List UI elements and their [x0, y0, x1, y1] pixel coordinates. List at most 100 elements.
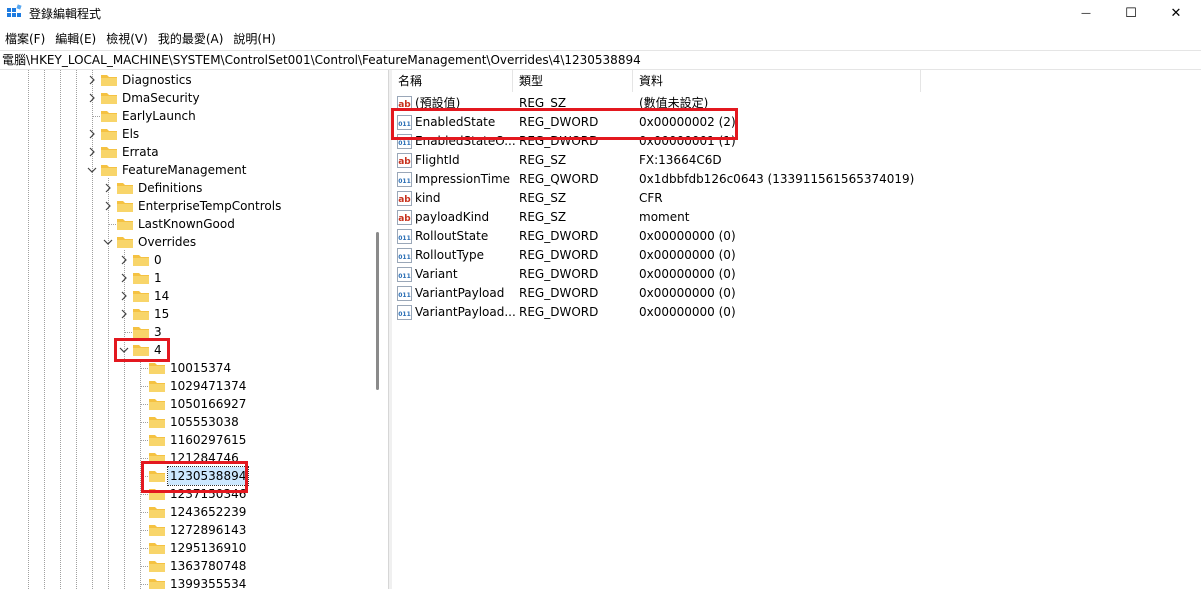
tree-node-label: Overrides — [138, 235, 197, 249]
value-data: CFR — [639, 191, 663, 205]
menu-favorites[interactable]: 我的最愛(A) — [153, 27, 229, 49]
value-name: ImpressionTime — [415, 172, 511, 186]
chevron-right-icon[interactable] — [118, 308, 130, 320]
value-row[interactable]: 011 EnabledState REG_DWORD 0x00000002 (2) — [392, 113, 1201, 132]
value-row[interactable]: ab kind REG_SZ CFR — [392, 189, 1201, 208]
tree-connector — [140, 512, 148, 513]
value-type: REG_DWORD — [519, 305, 599, 319]
chevron-down-icon[interactable] — [102, 236, 114, 248]
close-button[interactable]: ✕ — [1153, 0, 1199, 26]
value-data: 0x00000001 (1) — [639, 134, 736, 148]
menu-edit[interactable]: 編輯(E) — [50, 27, 101, 49]
value-name: kind — [415, 191, 441, 205]
tree-guide-line — [60, 70, 61, 589]
tree-node-label: Els — [122, 127, 140, 141]
chevron-down-icon[interactable] — [86, 164, 98, 176]
window-title: 登錄編輯程式 — [29, 7, 102, 21]
folder-icon — [149, 543, 165, 554]
folder-icon — [117, 237, 133, 248]
svg-text:011: 011 — [398, 273, 411, 280]
tree-guide-line — [28, 70, 29, 589]
menu-file[interactable]: 檔案(F) — [0, 27, 50, 49]
tree-node-label: FeatureManagement — [122, 163, 247, 177]
tree-node-label: 10015374 — [170, 361, 232, 375]
value-data: 0x00000000 (0) — [639, 248, 736, 262]
value-data: FX:13664C6D — [639, 153, 722, 167]
value-type: REG_DWORD — [519, 115, 599, 129]
tree-node-label: EarlyLaunch — [122, 109, 196, 123]
value-row[interactable]: 011 ImpressionTime REG_QWORD 0x1dbbfdb126c0… — [392, 170, 1201, 189]
value-row[interactable]: 011 RolloutType REG_DWORD 0x00000000 (0) — [392, 246, 1201, 265]
folder-icon — [149, 399, 165, 410]
svg-text:011: 011 — [398, 178, 411, 185]
value-row[interactable]: 011 EnabledStateO... REG_DWORD 0x00000001 (… — [392, 132, 1201, 151]
value-row[interactable]: ab FlightId REG_SZ FX:13664C6D — [392, 151, 1201, 170]
value-type: REG_SZ — [519, 210, 567, 224]
value-type: REG_QWORD — [519, 172, 599, 186]
svg-text:011: 011 — [398, 121, 411, 128]
chevron-right-icon[interactable] — [118, 272, 130, 284]
folder-icon — [101, 93, 117, 104]
value-list[interactable]: 名稱 類型 資料 ab (預設值) REG_SZ (數值未設定) 011 EnabledS… — [392, 70, 1201, 589]
folder-icon — [133, 309, 149, 320]
tree-node-label: 1295136910 — [170, 541, 247, 555]
tree-node-label: 1243652239 — [170, 505, 247, 519]
tree-guide-line — [44, 70, 45, 589]
tree-connector — [140, 548, 148, 549]
column-header-data[interactable]: 資料 — [633, 70, 921, 92]
menu-view[interactable]: 檢視(V) — [101, 27, 153, 49]
folder-icon — [101, 129, 117, 140]
menu-help[interactable]: 說明(H) — [228, 27, 280, 49]
string-value-icon: ab — [397, 96, 412, 111]
folder-icon — [133, 327, 149, 338]
value-row[interactable]: 011 VariantPayload... REG_DWORD 0x00000000 … — [392, 303, 1201, 322]
value-row[interactable]: ab (預設值) REG_SZ (數值未設定) — [392, 94, 1201, 113]
chevron-right-icon[interactable] — [102, 200, 114, 212]
address-bar[interactable]: 電腦\HKEY_LOCAL_MACHINE\SYSTEM\ControlSet0… — [0, 50, 1201, 70]
value-type: REG_DWORD — [519, 286, 599, 300]
chevron-right-icon[interactable] — [86, 74, 98, 86]
tree-node-label: 15 — [154, 307, 170, 321]
value-name: payloadKind — [415, 210, 490, 224]
binary-value-icon: 011 — [397, 115, 412, 130]
svg-text:ab: ab — [398, 100, 411, 110]
tree-scrollbar[interactable] — [370, 70, 388, 589]
folder-icon — [149, 471, 165, 482]
tree-connector — [140, 476, 148, 477]
value-row[interactable]: 011 RolloutState REG_DWORD 0x00000000 (0) — [392, 227, 1201, 246]
chevron-right-icon[interactable] — [86, 128, 98, 140]
tree-connector — [140, 458, 148, 459]
folder-icon — [149, 363, 165, 374]
value-data: 0x00000000 (0) — [639, 267, 736, 281]
value-row[interactable]: 011 Variant REG_DWORD 0x00000000 (0) — [392, 265, 1201, 284]
string-value-icon: ab — [397, 191, 412, 206]
tree-node-label: 1050166927 — [170, 397, 247, 411]
chevron-right-icon[interactable] — [118, 254, 130, 266]
tree-node-label: 1230538894 — [166, 466, 250, 486]
maximize-icon: ☐ — [1125, 5, 1137, 21]
tree-node-label: 1029471374 — [170, 379, 247, 393]
folder-icon — [101, 75, 117, 86]
chevron-right-icon[interactable] — [86, 92, 98, 104]
folder-icon — [149, 561, 165, 572]
tree-node-label: Diagnostics — [122, 73, 192, 87]
folder-icon — [117, 219, 133, 230]
value-row[interactable]: ab payloadKind REG_SZ moment — [392, 208, 1201, 227]
folder-icon — [133, 345, 149, 356]
list-header: 名稱 類型 資料 — [392, 70, 1201, 92]
chevron-right-icon[interactable] — [102, 182, 114, 194]
key-tree[interactable]: Diagnostics DmaSecurity EarlyLaunch Els Erra… — [0, 70, 388, 589]
chevron-right-icon[interactable] — [86, 146, 98, 158]
maximize-button[interactable]: ☐ — [1108, 0, 1154, 26]
column-header-name[interactable]: 名稱 — [392, 70, 513, 92]
column-header-type[interactable]: 類型 — [513, 70, 633, 92]
folder-icon — [149, 579, 165, 589]
binary-value-icon: 011 — [397, 172, 412, 187]
tree-scrollbar-thumb[interactable] — [376, 232, 379, 390]
folder-icon — [133, 273, 149, 284]
chevron-down-icon[interactable] — [118, 344, 130, 356]
value-row[interactable]: 011 VariantPayload REG_DWORD 0x00000000 (0) — [392, 284, 1201, 303]
chevron-right-icon[interactable] — [118, 290, 130, 302]
minimize-button[interactable]: — — [1063, 0, 1109, 26]
tree-node-label: Definitions — [138, 181, 203, 195]
